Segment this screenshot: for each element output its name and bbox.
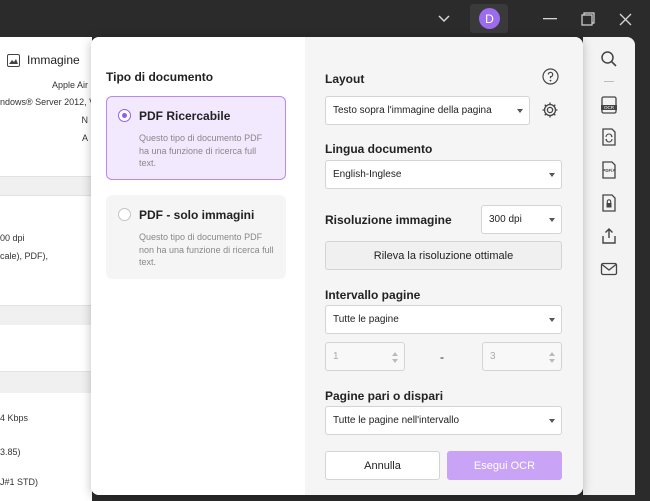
bg-stripe: [0, 305, 92, 325]
svg-text:OCR: OCR: [604, 105, 615, 110]
radio-image-only-pdf[interactable]: [118, 208, 131, 221]
bg-stripe: [0, 371, 92, 393]
option-image-only-pdf[interactable]: PDF - solo immagini Questo tipo di docum…: [106, 195, 286, 279]
option-description: Questo tipo di documento PDF non ha una …: [139, 232, 274, 267]
bg-stripe: [0, 195, 92, 213]
toolbar-separator: [604, 81, 614, 82]
background-header: Immagine: [0, 47, 92, 73]
pdfa-icon[interactable]: PDF/A: [600, 161, 618, 179]
chevron-down-icon: [549, 318, 555, 322]
close-icon[interactable]: [615, 9, 635, 29]
option-label: PDF - solo immagini: [139, 208, 255, 222]
background-document: Immagine Apple Air ndows® Server 2012, V…: [0, 37, 92, 501]
option-searchable-pdf[interactable]: PDF Ricercabile Questo tipo di documento…: [106, 96, 286, 180]
page-range-select-value: Tutte le pagine: [333, 314, 399, 325]
spin-down-icon[interactable]: [549, 359, 555, 363]
document-type-title: Tipo di documento: [106, 70, 214, 84]
resolution-select[interactable]: 300 dpi: [481, 205, 562, 234]
image-icon: [7, 54, 20, 67]
bg-text-line: 3.85): [0, 447, 21, 457]
option-label: PDF Ricercabile: [139, 109, 231, 123]
radio-searchable-pdf[interactable]: [118, 109, 131, 122]
language-select-value: English-Inglese: [333, 169, 402, 180]
share-icon[interactable]: [600, 227, 618, 245]
language-select[interactable]: English-Inglese: [325, 160, 562, 189]
spin-down-icon[interactable]: [392, 359, 398, 363]
page-range-select[interactable]: Tutte le pagine: [325, 305, 562, 334]
bg-text-line: 00 dpi: [0, 233, 25, 243]
page-to-stepper[interactable]: 3: [482, 342, 562, 371]
layout-select[interactable]: Testo sopra l'immagine della pagina: [325, 96, 530, 125]
resolution-label: Risoluzione immagine: [325, 213, 452, 227]
bg-text-line: N: [81, 115, 89, 125]
bg-text-line: J#1 STD): [0, 477, 39, 487]
protect-icon[interactable]: [600, 194, 618, 212]
bg-text-line: 4 Kbps: [0, 413, 29, 423]
resolution-select-value: 300 dpi: [489, 214, 522, 225]
chevron-down-icon: [517, 109, 523, 113]
bg-text-line: A: [81, 133, 88, 143]
language-label: Lingua documento: [325, 142, 433, 156]
document-type-pane: Tipo di documento PDF Ricercabile Questo…: [91, 37, 305, 495]
run-ocr-button[interactable]: Esegui OCR: [447, 451, 562, 480]
help-icon[interactable]: [542, 68, 559, 85]
spin-up-icon[interactable]: [549, 352, 555, 356]
bg-text-line: Apple Air: [51, 80, 88, 90]
option-description: Questo tipo di documento PDF ha una funz…: [139, 133, 263, 168]
spin-up-icon[interactable]: [392, 352, 398, 356]
odd-even-select[interactable]: Tutte le pagine nell'intervallo: [325, 406, 562, 435]
page-from-value: 1: [333, 351, 339, 362]
chevron-down-icon: [549, 419, 555, 423]
odd-even-label: Pagine pari o dispari: [325, 389, 444, 403]
restore-icon[interactable]: [578, 9, 598, 29]
gear-icon[interactable]: [541, 101, 559, 119]
chevron-down-icon[interactable]: [434, 9, 454, 29]
bg-text-line: cale), PDF),: [0, 251, 49, 261]
title-bar: D: [0, 0, 650, 37]
svg-text:PDF/A: PDF/A: [603, 168, 616, 173]
page-range-label: Intervallo pagine: [325, 288, 421, 302]
chevron-down-icon: [549, 218, 555, 222]
minimize-icon[interactable]: [540, 9, 560, 29]
ocr-icon[interactable]: OCR: [600, 96, 618, 114]
avatar[interactable]: D: [479, 8, 500, 29]
page-to-value: 3: [490, 351, 496, 362]
account-button[interactable]: D: [470, 4, 508, 33]
page-from-stepper[interactable]: 1: [325, 342, 405, 371]
layout-select-value: Testo sopra l'immagine della pagina: [333, 105, 492, 116]
right-toolbar: OCR PDF/A: [583, 37, 635, 495]
odd-even-select-value: Tutte le pagine nell'intervallo: [333, 415, 460, 426]
detect-resolution-button[interactable]: Rileva la risoluzione ottimale: [325, 241, 562, 270]
convert-icon[interactable]: [600, 128, 618, 146]
bg-stripe: [0, 176, 92, 196]
search-icon[interactable]: [600, 50, 618, 68]
ocr-settings-dialog: Tipo di documento PDF Ricercabile Questo…: [91, 37, 583, 495]
range-separator: -: [440, 350, 444, 364]
cancel-button[interactable]: Annulla: [325, 451, 440, 480]
chevron-down-icon: [549, 173, 555, 177]
settings-pane: Layout Testo sopra l'immagine della pagi…: [305, 37, 583, 495]
mail-icon[interactable]: [600, 260, 618, 278]
bg-text-line: ndows® Server 2012, V: [0, 97, 92, 107]
background-header-label: Immagine: [27, 53, 80, 67]
layout-label: Layout: [325, 72, 365, 86]
